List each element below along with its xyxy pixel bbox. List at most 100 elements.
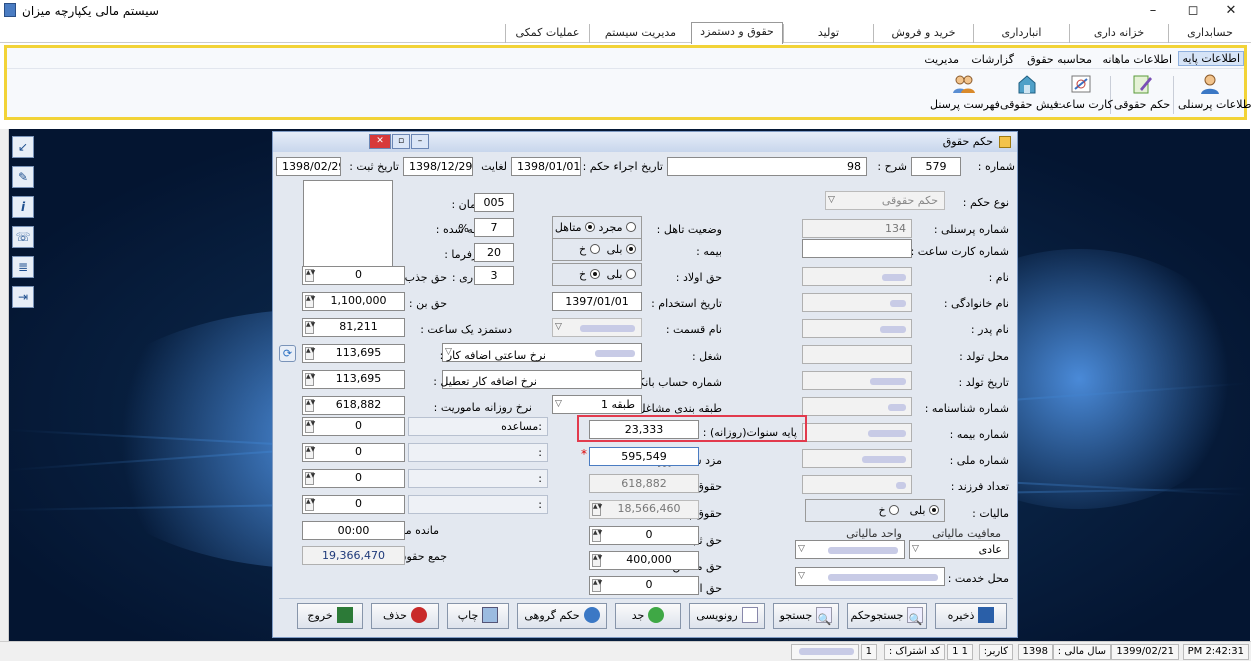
spinner-arrows-icon[interactable]: ▲▼: [305, 498, 315, 511]
tax-exempt-select[interactable]: ▽ عادی: [909, 540, 1009, 559]
ribbon-payslip-button[interactable]: فیش حقوقی: [1000, 72, 1059, 116]
contract-row-field[interactable]: 005: [474, 193, 514, 212]
delete-button[interactable]: حذف: [371, 603, 439, 629]
subtab-monthly-info[interactable]: اطلاعات ماهانه: [1103, 53, 1173, 66]
until-field[interactable]: 1398/12/29: [403, 157, 473, 176]
copy-button[interactable]: رونویسی: [689, 603, 765, 629]
close-button[interactable]: ✕: [1213, 0, 1249, 22]
spinner-arrows-icon[interactable]: ▲▼: [305, 321, 315, 334]
section-select[interactable]: ▽: [552, 318, 642, 337]
dialog-restore-button[interactable]: ▫: [392, 134, 410, 149]
overtime-rate-spinner[interactable]: ▲▼ 113,695: [302, 344, 405, 363]
employer-share-field[interactable]: 20: [474, 243, 514, 262]
spinner-arrows-icon[interactable]: ▲▼: [305, 472, 315, 485]
bon-spinner[interactable]: ▲▼ 1,100,000: [302, 292, 405, 311]
hire-date-field[interactable]: 1397/01/01: [552, 292, 642, 311]
menu-treasury[interactable]: خزانه داری: [1069, 24, 1168, 43]
ribbon-personnel-list-button[interactable]: فهرست پرسنل: [930, 72, 1000, 116]
exit-button[interactable]: خروج: [297, 603, 363, 629]
child-right-yes-radio[interactable]: [626, 269, 636, 279]
reg-date-field[interactable]: 1398/02/29: [276, 157, 341, 176]
logout-icon[interactable]: ⇥: [12, 286, 34, 308]
timecard-no-field[interactable]: [802, 239, 912, 258]
tax-yes-radio[interactable]: [929, 505, 939, 515]
tax-no-radio[interactable]: [889, 505, 900, 515]
subtab-base-info[interactable]: اطلاعات پایه: [1178, 51, 1244, 66]
attract-spinner[interactable]: ▲▼ 0: [302, 266, 405, 285]
single-radio[interactable]: [626, 222, 636, 232]
dialog-close-button[interactable]: ✕: [369, 134, 391, 149]
job-wage-field[interactable]: 595,549: [589, 447, 699, 466]
service-place-select[interactable]: ▽: [795, 567, 945, 586]
info-icon[interactable]: i: [12, 196, 34, 218]
attract-value: 0: [355, 268, 362, 281]
spinner-arrows-icon[interactable]: ▲▼: [305, 399, 315, 412]
print-button[interactable]: چاپ: [447, 603, 509, 629]
new-button[interactable]: جد: [615, 603, 681, 629]
search-button[interactable]: 🔍جستجو: [773, 603, 839, 629]
exec-date-field[interactable]: 1398/01/01: [511, 157, 581, 176]
dialog-minimize-button[interactable]: –: [411, 134, 429, 149]
holiday-overtime-spinner[interactable]: ▲▼ 113,695: [302, 370, 405, 389]
insured-share-field[interactable]: 7: [474, 218, 514, 237]
spinner-arrows-icon[interactable]: ▲▼: [305, 446, 315, 459]
order-number-field[interactable]: 579: [911, 157, 961, 176]
subtab-payroll-calc[interactable]: محاسبه حقوق: [1027, 53, 1092, 66]
mission-rate-spinner[interactable]: ▲▼ 618,882: [302, 396, 405, 415]
remaining-leave-field[interactable]: 00:00: [302, 521, 405, 540]
tax-unit-select[interactable]: ▽: [795, 540, 905, 559]
married-radio[interactable]: [585, 222, 596, 232]
insurance-yes-radio[interactable]: [626, 244, 636, 254]
spinner-arrows-icon[interactable]: ▲▼: [592, 554, 602, 567]
pen-icon[interactable]: ✎: [12, 166, 34, 188]
menu-inventory[interactable]: انبارداری: [973, 24, 1069, 43]
spinner-arrows-icon[interactable]: ▲▼: [305, 347, 315, 360]
description-field[interactable]: 98: [667, 157, 867, 176]
child-right-no-radio[interactable]: [589, 269, 600, 279]
left-scrollbar[interactable]: [0, 129, 9, 641]
group-order-button[interactable]: حکم گروهی: [517, 603, 607, 629]
spinner-arrows-icon[interactable]: ▲▼: [592, 529, 602, 542]
menu-system-admin[interactable]: مدیریت سیستم: [589, 24, 691, 43]
menu-purchase-sales[interactable]: خرید و فروش: [873, 24, 973, 43]
ribbon-timecard-button[interactable]: کارت ساعت: [1055, 72, 1113, 116]
ribbon-salary-order-button[interactable]: حکم حقوقی: [1114, 72, 1170, 116]
marital-radio-group: مجرد متاهل: [552, 216, 642, 239]
spinner-arrows-icon[interactable]: ▲▼: [305, 295, 315, 308]
spinner-arrows-icon[interactable]: ▲▼: [592, 579, 602, 592]
subtab-reports[interactable]: گزارشات: [971, 53, 1014, 66]
order-number-label: شماره :: [977, 160, 1015, 173]
spinner-arrows-icon[interactable]: ▲▼: [305, 373, 315, 386]
order-type-select[interactable]: ▽ حکم حقوقی: [825, 191, 945, 210]
refresh-icon[interactable]: ⟳: [279, 345, 296, 362]
job-class-select[interactable]: ▽ طبقه 1: [552, 395, 642, 414]
insurance-no-radio[interactable]: [589, 244, 600, 254]
hourly-wage-spinner[interactable]: ▲▼ 81,211: [302, 318, 405, 337]
menu-payroll[interactable]: حقوق و دستمزد: [691, 22, 783, 44]
unemployment-ins-field[interactable]: 3: [474, 266, 514, 285]
extra-item-spinner[interactable]: ▲▼ 0: [302, 443, 405, 462]
menu-accounting[interactable]: حسابداری: [1168, 24, 1251, 43]
resize-icon[interactable]: ↙: [12, 136, 34, 158]
menu-utilities[interactable]: عملیات کمکی: [505, 24, 589, 43]
subtab-management[interactable]: مدیریت: [924, 53, 959, 66]
child-right-label: حق اولاد :: [675, 271, 722, 284]
search-order-button[interactable]: 🔍جستجوحکم: [847, 603, 927, 629]
list-icon[interactable]: ≣: [12, 256, 34, 278]
ribbon-personnel-info-button[interactable]: اطلاعات پرسنلی: [1178, 72, 1251, 116]
fixed-right-spinner[interactable]: ▲▼ 0: [589, 526, 699, 545]
minimize-button[interactable]: –: [1135, 0, 1171, 22]
housing-spinner[interactable]: ▲▼ 400,000: [589, 551, 699, 570]
maximize-button[interactable]: ◻: [1175, 0, 1211, 22]
copy-label: رونویسی: [696, 609, 738, 622]
save-button[interactable]: ذخیره: [935, 603, 1007, 629]
child-amount-spinner[interactable]: ▲▼ 0: [589, 576, 699, 595]
extra-item-spinner[interactable]: ▲▼ 0: [302, 469, 405, 488]
spinner-arrows-icon[interactable]: ▲▼: [305, 420, 315, 433]
aid-spinner[interactable]: ▲▼ 0: [302, 417, 405, 436]
extra-item-spinner[interactable]: ▲▼ 0: [302, 495, 405, 514]
phone-icon[interactable]: ☏: [12, 226, 34, 248]
menu-production[interactable]: تولید: [783, 24, 873, 43]
spinner-arrows-icon[interactable]: ▲▼: [305, 269, 315, 282]
aid-label: مساعده:: [501, 420, 542, 433]
